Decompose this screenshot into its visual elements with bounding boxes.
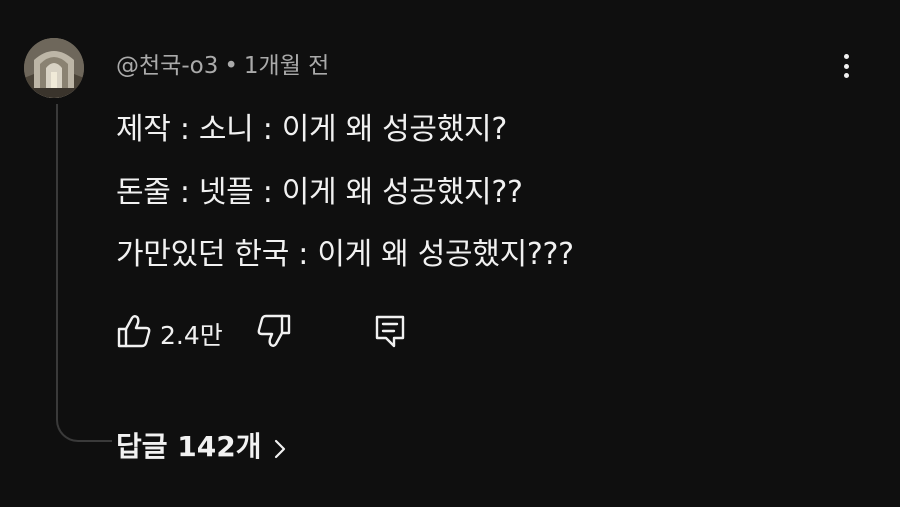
author-name[interactable]: @천국-o3 — [116, 53, 218, 79]
like-count: 2.4만 — [160, 321, 223, 350]
avatar[interactable] — [24, 38, 84, 98]
thumbs-down-icon — [257, 314, 291, 347]
replies-label: 답글 142개 — [116, 430, 262, 463]
reply-button[interactable] — [372, 312, 408, 350]
avatar-cathedral-icon — [24, 38, 84, 98]
comment-text-line-2: 돈줄 : 넷플 : 이게 왜 성공했지?? — [116, 175, 523, 210]
header-separator: • — [224, 53, 238, 79]
comment-text-line-3: 가만있던 한국 : 이게 왜 성공했지??? — [116, 237, 574, 272]
reply-thread-line — [56, 104, 112, 442]
comment-header: @천국-o3 • 1개월 전 — [116, 46, 329, 80]
comment-time[interactable]: 1개월 전 — [244, 53, 329, 79]
view-replies-button[interactable]: 답글 142개 — [116, 425, 287, 465]
more-vertical-icon — [843, 54, 849, 59]
like-button[interactable] — [116, 312, 152, 350]
more-options-button[interactable] — [832, 48, 860, 84]
comment-text-line-1: 제작 : 소니 : 이게 왜 성공했지? — [116, 112, 507, 147]
thumbs-up-icon — [117, 315, 151, 348]
dislike-button[interactable] — [256, 312, 292, 350]
comment-icon — [375, 315, 405, 348]
chevron-right-icon — [273, 434, 287, 459]
